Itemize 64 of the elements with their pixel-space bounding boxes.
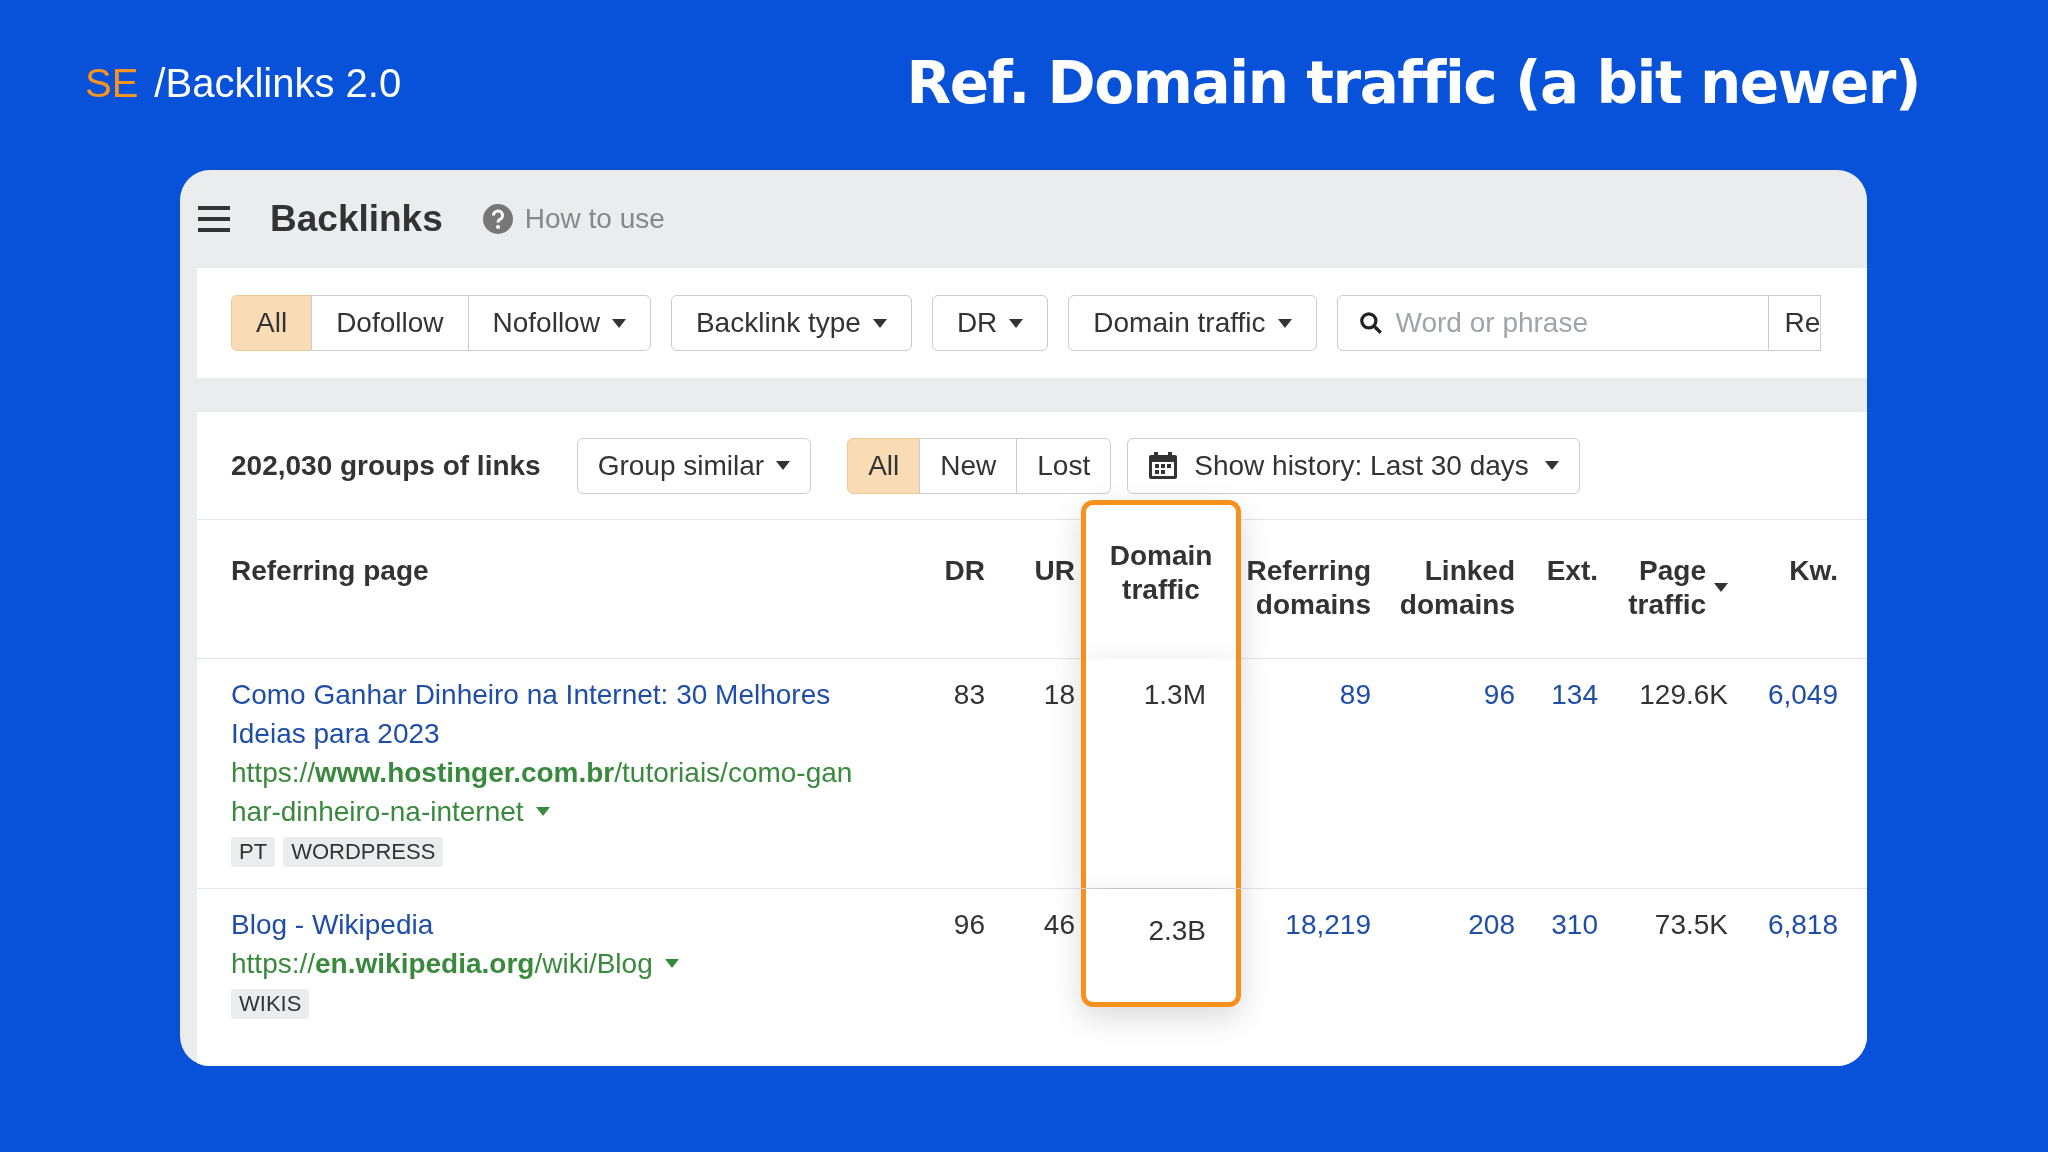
history-tab[interactable]: New — [919, 437, 1018, 494]
filter-button[interactable]: Re — [1767, 295, 1822, 351]
table-cell-text: 129.6K — [1639, 678, 1728, 712]
table-cell-text: 46 — [1043, 908, 1075, 942]
column-header[interactable]: DR — [944, 554, 985, 658]
table-cell[interactable]: 18,219 — [1285, 905, 1371, 1019]
page-url[interactable]: har-dinheiro-na-internet — [231, 792, 550, 831]
filter-tab[interactable]: Dofollow — [311, 295, 469, 351]
group-dropdown[interactable]: Group similar — [576, 437, 812, 494]
page-url[interactable]: https://www.hostinger.com.br/tutoriais/como-gan — [231, 753, 853, 792]
caret-icon — [776, 461, 791, 470]
search-icon — [1357, 310, 1384, 336]
menu-icon[interactable] — [198, 206, 230, 232]
tag: WORDPRESS — [283, 837, 444, 867]
caret-icon — [535, 807, 550, 816]
caret-icon — [1544, 461, 1559, 470]
page-url[interactable]: https://en.wikipedia.org/wiki/Blog — [231, 944, 679, 983]
product-name: /Backlinks 2.0 — [154, 60, 402, 107]
column-header[interactable]: Ext. — [1546, 554, 1598, 658]
column-header[interactable]: Referring page — [231, 554, 429, 658]
filter-dropdown[interactable]: Domain traffic — [1068, 295, 1317, 351]
tag: WIKIS — [231, 989, 310, 1019]
table-cell[interactable]: 6,818 — [1767, 905, 1838, 1019]
filter-dropdown[interactable]: Backlink type — [670, 295, 912, 351]
history-tab[interactable]: Lost — [1016, 437, 1112, 494]
caret-icon — [1714, 583, 1728, 592]
caret-icon — [611, 318, 626, 328]
column-header[interactable]: UR — [1034, 554, 1075, 658]
column-header[interactable]: Referring domains — [1241, 554, 1371, 658]
caret-icon — [1277, 318, 1292, 328]
column-header[interactable]: Kw. — [1789, 554, 1838, 658]
table-cell[interactable]: 208 — [1468, 905, 1515, 1019]
column-header[interactable]: Page traffic — [1604, 554, 1728, 658]
search-input[interactable]: Word or phrase — [1395, 302, 1726, 344]
calendar-icon — [1148, 451, 1179, 480]
filter-dropdown[interactable]: DR — [931, 295, 1049, 351]
table-cell[interactable]: 310 — [1551, 905, 1598, 1019]
column-header[interactable]: Linked domains — [1385, 554, 1515, 658]
table-cell-text: 18 — [1043, 678, 1075, 712]
table-cell-text: 1.3M — [1143, 678, 1206, 712]
history-dropdown[interactable]: Show history: Last 30 days — [1127, 437, 1580, 494]
tag: PT — [231, 837, 276, 867]
table-cell-text: 83 — [953, 678, 985, 712]
brand-logo: SE — [85, 60, 139, 107]
filter-tab[interactable]: Nofollow — [467, 295, 651, 351]
table-cell[interactable]: 96 — [1483, 675, 1515, 888]
table-cell[interactable]: 6,049 — [1767, 675, 1838, 888]
table-cell[interactable]: 89 — [1339, 675, 1371, 888]
history-tab[interactable]: All — [847, 437, 921, 494]
caret-icon — [1009, 318, 1024, 328]
slide-title: Ref. Domain traffic (a bit newer) — [906, 47, 1920, 119]
page-title-link[interactable]: Como Ganhar Dinheiro na Internet: 30 Melhores Ideias para 2023 — [231, 675, 911, 753]
search-field[interactable]: Word or phrase — [1336, 295, 1769, 351]
help-icon — [482, 204, 513, 234]
caret-icon — [664, 959, 679, 968]
table-cell-text: 2.3B — [1148, 914, 1206, 948]
results-count: 202,030 groups of links — [231, 448, 541, 483]
page-title-link[interactable]: Blog - Wikipedia — [231, 905, 911, 944]
filter-tab[interactable]: All — [231, 295, 313, 351]
page-title: Backlinks — [270, 197, 443, 242]
table-cell[interactable]: 134 — [1551, 675, 1598, 888]
table-cell-text: 73.5K — [1654, 908, 1728, 942]
table-cell-text: 96 — [953, 908, 985, 942]
caret-icon — [872, 318, 887, 328]
